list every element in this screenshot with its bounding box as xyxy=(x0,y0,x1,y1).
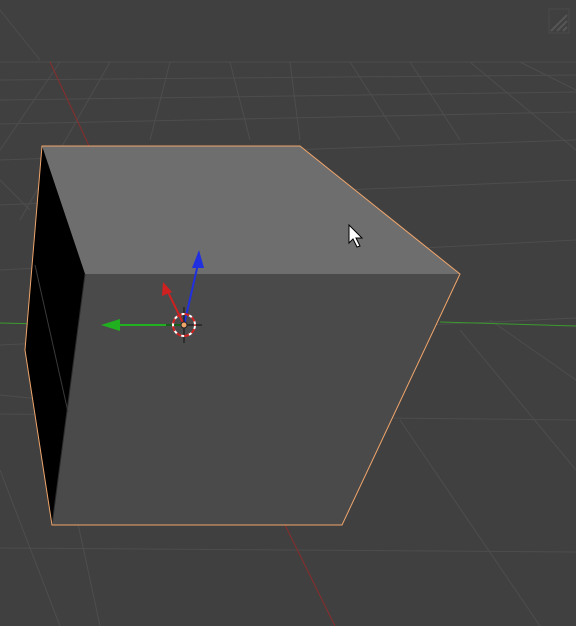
y-axis-line-right xyxy=(439,321,576,327)
x-axis-line xyxy=(49,61,91,149)
3d-viewport[interactable] xyxy=(0,0,576,626)
viewport-canvas xyxy=(0,9,576,626)
cube-top-face xyxy=(42,146,460,274)
area-split-corner-icon[interactable] xyxy=(548,8,570,34)
cube-front-face xyxy=(52,274,460,525)
cube-object[interactable] xyxy=(24,145,461,526)
